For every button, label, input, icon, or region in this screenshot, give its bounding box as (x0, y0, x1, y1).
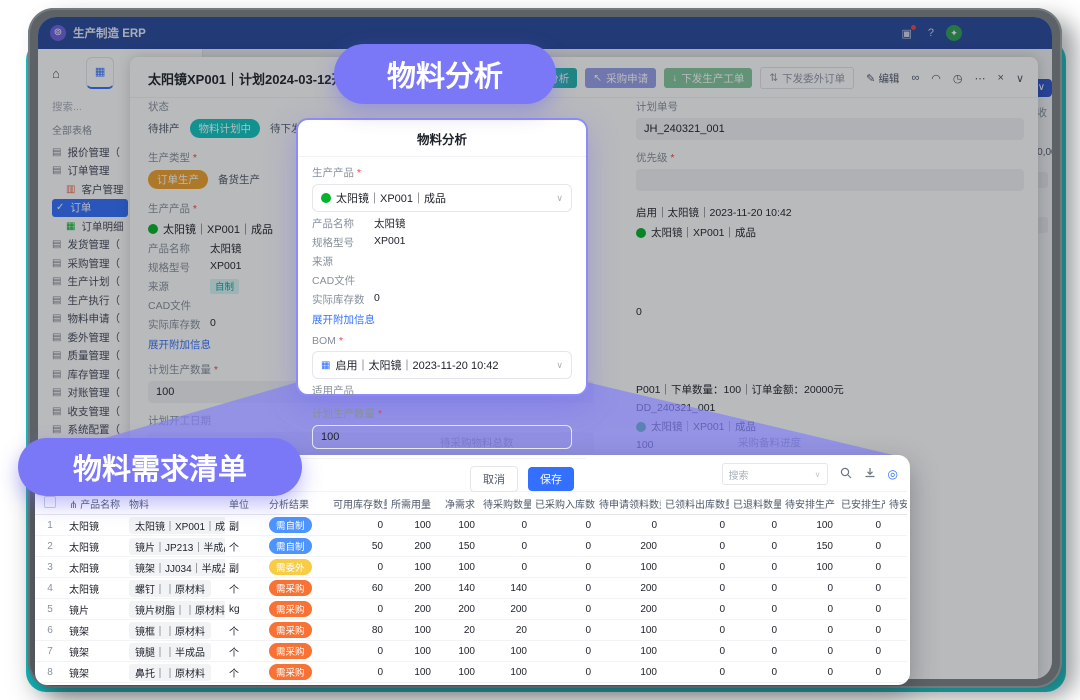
table-row[interactable]: 2太阳镜镜片｜JP213｜半成品个需自制5020015000200001500 (35, 536, 907, 557)
col-header[interactable]: 待申请领料数量 (595, 492, 661, 515)
detail-row: 产品名称太阳镜 (312, 216, 572, 231)
detail-row: 来源 (312, 254, 572, 269)
search-icon[interactable] (840, 467, 852, 482)
modal-bom-label: BOM (312, 335, 572, 347)
chevron-down-icon: ∨ (556, 360, 563, 371)
analysis-result-pill: 需采购 (269, 601, 312, 617)
table-row[interactable]: 4太阳镜螺钉｜｜原材料个需采购6020014014002000000 (35, 578, 907, 599)
analysis-result-pill: 需自制 (269, 538, 312, 554)
analysis-result-pill: 需采购 (269, 580, 312, 596)
modal-bom-select[interactable]: ▦ 启用｜太阳镜｜2023-11-20 10:42∨ (312, 351, 572, 379)
analysis-result-pill: 需采购 (269, 664, 312, 680)
modal-product-rows: 产品名称太阳镜规格型号XP001 来源 CAD文件实际库存数0 (312, 216, 572, 307)
detail-row: 实际库存数0 (312, 292, 572, 307)
col-header[interactable]: 所需用量 (387, 492, 435, 515)
table-row[interactable]: 1太阳镜太阳镜｜XP001｜成品副需自制0100100000001000 (35, 515, 907, 536)
modal-product-label: 生产产品 (312, 165, 572, 180)
col-header[interactable]: 待安 (885, 492, 907, 515)
modal-product-select[interactable]: 太阳镜｜XP001｜成品∨ (312, 184, 572, 212)
analysis-result-pill: 需自制 (269, 517, 312, 533)
col-header[interactable]: 已退料数量 (729, 492, 781, 515)
select-all-checkbox[interactable] (44, 496, 56, 508)
col-header[interactable]: 已领料出库数量 (661, 492, 729, 515)
material-analysis-modal: 物料分析 生产产品 太阳镜｜XP001｜成品∨ 产品名称太阳镜规格型号XP001… (296, 118, 588, 396)
table-row[interactable]: 8镜架鼻托｜｜原材料个需采购010010010001000000 (35, 662, 907, 683)
col-header[interactable]: 待安排生产 (781, 492, 837, 515)
modal-bom-sub: 适用产品 (312, 383, 572, 398)
table-row[interactable]: 5镜片镜片树脂｜｜原材料kg需采购020020020002000000 (35, 599, 907, 620)
analysis-result-pill: 需采购 (269, 622, 312, 638)
callout-material-analysis: 物料分析 (334, 44, 556, 104)
modal-qty-label: 计划生产数量 (312, 406, 572, 421)
modal-qty-input[interactable]: 100 (312, 425, 572, 449)
table-row[interactable]: 6镜架镜框｜｜原材料个需采购80100202001000000 (35, 620, 907, 641)
product-icon (321, 193, 331, 203)
table-search-input[interactable]: 搜索∨ (722, 463, 828, 485)
analysis-result-pill: 需委外 (269, 559, 312, 575)
save-button[interactable]: 保存 (528, 467, 574, 491)
modal-expand-link[interactable]: 展开附加信息 (312, 312, 375, 327)
col-header[interactable]: 已采购入库数量 (531, 492, 595, 515)
download-icon[interactable] (864, 467, 876, 482)
col-header[interactable]: 待采购数量 (479, 492, 531, 515)
material-table: ⋔ 产品名称物料单位分析结果可用库存数量所需用量净需求待采购数量已采购入库数量待… (35, 491, 907, 683)
bom-grid-icon: ▦ (321, 360, 330, 371)
callout-material-requirements: 物料需求清单 (18, 438, 302, 496)
chevron-down-icon: ∨ (556, 193, 563, 204)
analysis-result-pill: 需采购 (269, 643, 312, 659)
modal-title: 物料分析 (298, 120, 586, 157)
table-row[interactable]: 3太阳镜镜架｜JJ034｜半成品副需委外010010000100001000 (35, 557, 907, 578)
settings-target-icon[interactable]: ◎ (888, 467, 898, 481)
col-header[interactable]: 净需求 (435, 492, 479, 515)
col-header[interactable]: 已安排生产 (837, 492, 885, 515)
col-header[interactable]: 可用库存数量 (329, 492, 387, 515)
detail-row: 规格型号XP001 (312, 235, 572, 250)
table-row[interactable]: 7镜架镜腿｜｜半成品个需采购010010010001000000 (35, 641, 907, 662)
cancel-button[interactable]: 取消 (470, 466, 518, 492)
detail-row: CAD文件 (312, 273, 572, 288)
